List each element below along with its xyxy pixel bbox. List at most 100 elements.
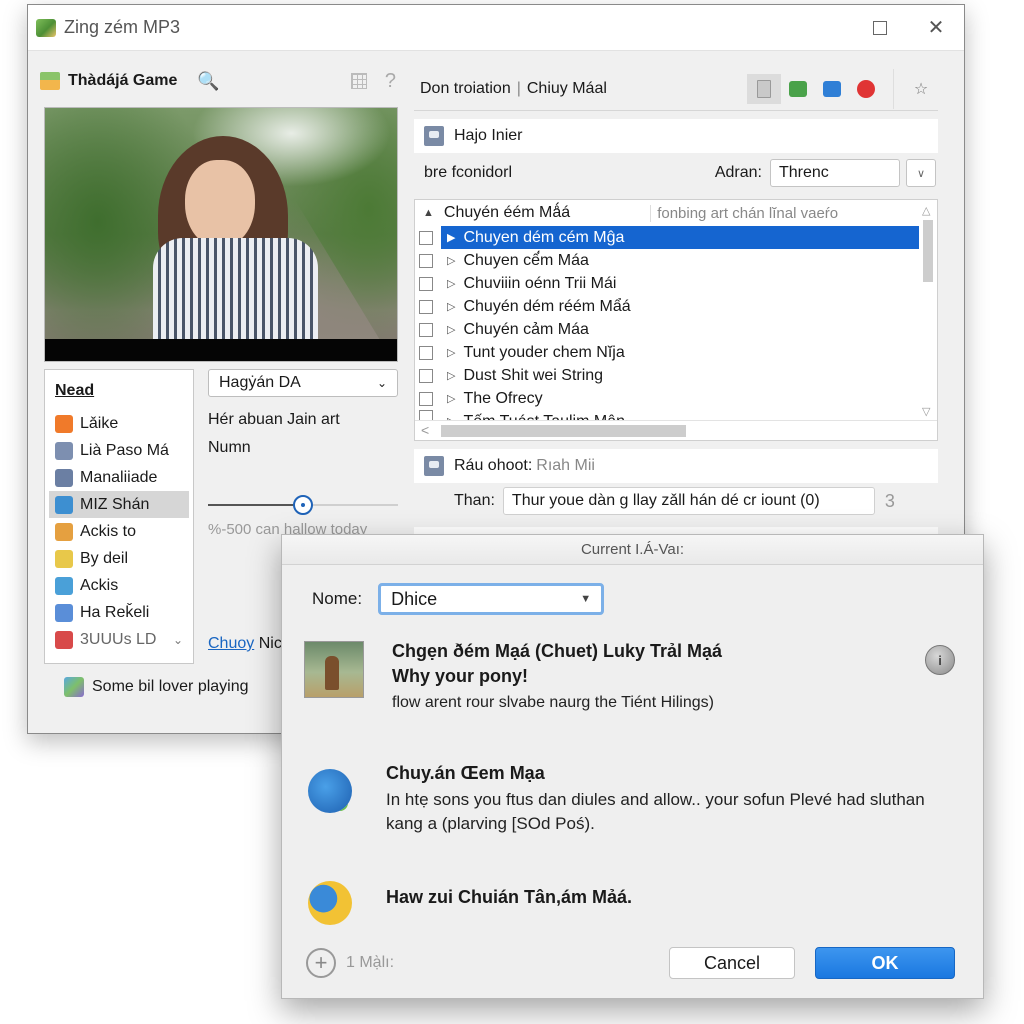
row-label: Tunt youder chem Nĭja [463, 343, 625, 361]
info-button[interactable]: i [925, 645, 955, 675]
window-button[interactable] [815, 74, 849, 104]
favorite-button[interactable]: ☆ [904, 74, 938, 104]
row-checkbox[interactable] [419, 345, 433, 360]
left-panel-header: Thàdájá Game 🔍 ? [40, 65, 400, 97]
volume-slider[interactable] [208, 495, 398, 515]
toolbar-divider [893, 68, 894, 109]
list-row[interactable]: ▷ Chuyén dém réém Mẩá [415, 295, 919, 318]
expand-arrow-icon[interactable]: ▷ [447, 369, 455, 382]
address-dropdown-button[interactable]: ∨ [906, 159, 936, 187]
scroll-left-icon[interactable]: < [421, 422, 429, 438]
row-checkbox[interactable] [419, 230, 433, 245]
expand-arrow-icon[interactable]: ▷ [447, 323, 455, 336]
grid-view-icon[interactable] [350, 73, 367, 89]
sidebar-item[interactable]: Manaliiade [49, 464, 189, 491]
stack-app-icon [55, 630, 73, 649]
scrollbar-thumb[interactable] [441, 425, 686, 437]
chuoy-link[interactable]: Chuoy [208, 635, 254, 652]
breadcrumb-separator: | [516, 79, 521, 97]
list-row[interactable]: ▶ Chuyen dém cém Mĝa [415, 226, 919, 249]
then-input[interactable]: Thur youe dàn g llay zǎll hán dé cr ioun… [502, 487, 875, 515]
sidebar-item[interactable]: 3UUUs LD ⌄ [49, 626, 189, 653]
sidebar-item[interactable]: Ackis to [49, 518, 189, 545]
sidebar-item[interactable]: Ha Reǩeli [49, 599, 189, 626]
list-row[interactable]: ▷ Chuyen cế́m Máa [415, 249, 919, 272]
sidebar-item-label: 3UUUs LD [80, 630, 157, 648]
scroll-up-icon[interactable]: △ [922, 204, 930, 217]
column-header-details[interactable]: fonbing art chán lĭnal vaeŕo [650, 204, 838, 222]
row-cell: ▷ Chuyén cảm Máa [441, 318, 919, 341]
maximize-icon [873, 20, 887, 35]
expand-arrow-icon[interactable]: ▷ [447, 346, 455, 359]
name-row: Nome: Dhice ▼ [312, 583, 605, 615]
list-row[interactable]: ▷ Chuyén cảm Máa [415, 318, 919, 341]
scrollbar-thumb[interactable] [923, 220, 933, 282]
list-row[interactable]: ▷ Chuviiin oénn Trii Mái [415, 272, 919, 295]
maximize-button[interactable] [852, 5, 908, 51]
document-button[interactable] [747, 73, 781, 104]
expand-arrow-icon[interactable]: ▷ [447, 392, 455, 405]
row-checkbox[interactable] [419, 253, 433, 268]
help-icon[interactable]: ? [385, 70, 396, 93]
slider-thumb[interactable] [293, 495, 313, 515]
name-label: Nome: [312, 589, 363, 608]
sidebar-heading[interactable]: Nead [55, 382, 183, 400]
photo-subject-face [185, 160, 255, 248]
sidebar-item-label: By deil [80, 549, 129, 567]
sidebar-item-label: MIZ Shán [80, 495, 150, 513]
column-header-title[interactable]: Chuyén éém Mǻá [444, 204, 570, 222]
expand-arrow-icon[interactable]: ▶ [447, 231, 455, 244]
expand-arrow-icon[interactable]: ▷ [447, 300, 455, 313]
row-checkbox[interactable] [419, 368, 433, 383]
red-badge-button[interactable] [849, 74, 883, 104]
option-text-2: Numn [208, 439, 251, 456]
row-checkbox[interactable] [419, 299, 433, 314]
list-row[interactable]: ▷ Dust Shit wei String [415, 364, 919, 387]
expand-arrow-icon[interactable]: ▷ [447, 254, 455, 267]
chart-button[interactable] [781, 74, 815, 104]
ok-button[interactable]: OK [815, 947, 955, 979]
row-checkbox[interactable] [419, 276, 433, 291]
dialog-item[interactable]: Chuy.án Œem Mạa In htẹ sons you ftus dan… [304, 763, 946, 836]
sidebar-item[interactable]: MIZ Shán [49, 491, 189, 518]
name-select[interactable]: Dhice ▼ [378, 583, 605, 615]
item-title: Chgẹn ðém Mạá (Chuet) Luky Trảl Mạá [392, 641, 723, 661]
globe-app-icon [55, 603, 73, 622]
row-checkbox[interactable] [419, 322, 433, 337]
right-panel: Don troiation | Chiuy Máal ☆ Hajo Inier br… [414, 67, 938, 557]
row-cell: ▷ The Ofrecy [441, 387, 919, 410]
sort-ascending-icon[interactable]: ▲ [423, 207, 434, 219]
breadcrumb-item[interactable]: Don troiation [420, 80, 511, 97]
add-button[interactable]: + [306, 948, 336, 978]
cancel-button[interactable]: Cancel [669, 947, 795, 979]
row-cell: ▷ Tunt youder chem Nĭja [441, 341, 919, 364]
list-row[interactable]: ▷ The Ofrecy [415, 387, 919, 410]
group-icon [424, 456, 444, 476]
sidebar-item[interactable]: By deil [49, 545, 189, 572]
scroll-down-icon[interactable]: ▽ [922, 405, 930, 418]
folder-icon [40, 72, 60, 90]
sidebar-item[interactable]: Lià Paso Má [49, 437, 189, 464]
vertical-scrollbar[interactable]: △ ▽ [919, 200, 937, 420]
expand-arrow-icon[interactable]: ▷ [447, 277, 455, 290]
sidebar-item[interactable]: Ackis [49, 572, 189, 599]
horizontal-scrollbar[interactable]: < [415, 420, 937, 440]
player-app-icon [64, 677, 84, 697]
address-input[interactable]: Threnc [770, 159, 900, 187]
sidebar-item[interactable]: Lǎike [49, 410, 189, 437]
dialog-item[interactable]: Haw zui Chuián Tân,ám Mảá. [304, 875, 632, 925]
close-button[interactable]: ✕ [908, 5, 964, 51]
list-row[interactable]: ▷ Tunt youder chem Nĭja [415, 341, 919, 364]
filter-label: bre fconidorl [424, 164, 513, 181]
image-folder-icon [55, 522, 73, 541]
row-checkbox[interactable] [419, 391, 433, 406]
dialog-footer: + 1 Mạ̀lı: Cancel OK [306, 946, 955, 980]
search-icon[interactable]: 🔍 [197, 71, 219, 92]
category-select[interactable]: Hagẏán DA ⌄ [208, 369, 398, 397]
breadcrumb-item[interactable]: Chiuy Máal [527, 80, 607, 97]
dialog-item[interactable]: Chgẹn ðém Mạá (Chuet) Luky Trảl Mạá Why … [304, 641, 722, 715]
chevron-down-icon[interactable]: ⌄ [173, 633, 183, 647]
row-label: Dust Shit wei String [463, 366, 604, 384]
sidebar-item-label: Ackis to [80, 522, 137, 540]
star-icon: ☆ [913, 80, 929, 98]
